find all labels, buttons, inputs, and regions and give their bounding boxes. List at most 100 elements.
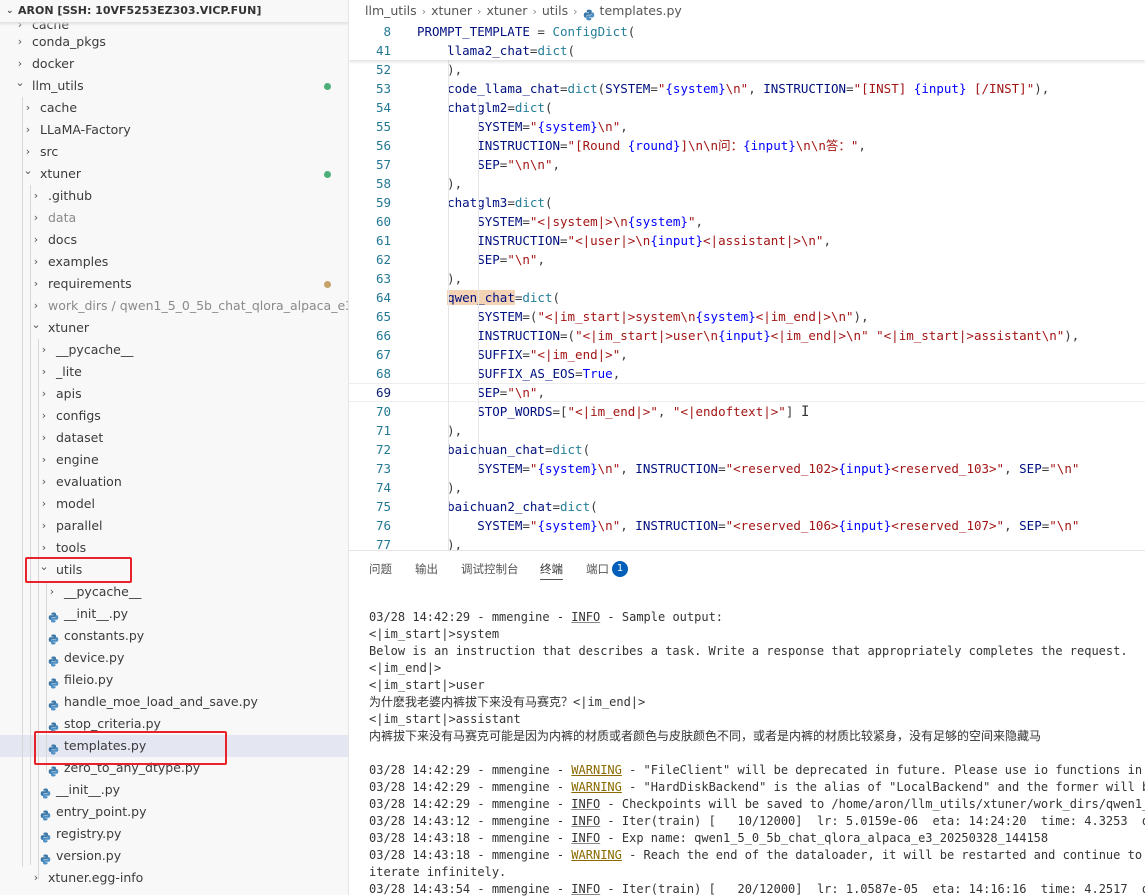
code-token: "<|im_start|>system\n [537, 309, 696, 324]
folder-item[interactable]: › .github [0, 185, 348, 207]
breadcrumb-item[interactable]: llm_utils [365, 3, 417, 18]
file-item[interactable]: entry_point.py [0, 801, 348, 823]
code-line[interactable]: 67 SUFFIX="<|im_end|>", [349, 345, 1145, 364]
terminal-text: iterate infinitely. [369, 865, 507, 879]
folder-item[interactable]: › data [0, 207, 348, 229]
code-line[interactable]: 77 ), [349, 535, 1145, 550]
folder-item[interactable]: › LLaMA-Factory [0, 119, 348, 141]
code-line[interactable]: 41 llama2_chat=dict( [349, 41, 1145, 60]
code-line[interactable]: 73 SYSTEM="{system}\n", INSTRUCTION="<re… [349, 459, 1145, 478]
code-line[interactable]: 61 INSTRUCTION="<|user|>\n{input}<|assis… [349, 231, 1145, 250]
folder-item[interactable]: › tools [0, 537, 348, 559]
python-file-icon [48, 674, 59, 689]
folder-item[interactable]: › dataset [0, 427, 348, 449]
code-line[interactable]: 68 SUFFIX_AS_EOS=True, [349, 364, 1145, 383]
python-file-icon [583, 6, 595, 20]
code-line[interactable]: 65 SYSTEM=("<|im_start|>system\n{system}… [349, 307, 1145, 326]
code-line[interactable]: 66 INSTRUCTION=("<|im_start|>user\n{inpu… [349, 326, 1145, 345]
code-line[interactable]: 59 chatglm3=dict( [349, 193, 1145, 212]
line-text: ), [417, 174, 462, 193]
line-number: 76 [375, 518, 391, 533]
folder-item[interactable]: › src [0, 141, 348, 163]
folder-item[interactable]: › cache [0, 97, 348, 119]
folder-item[interactable]: › model [0, 493, 348, 515]
tab-problems[interactable]: 问题 [369, 561, 392, 577]
folder-item[interactable]: › requirements [0, 273, 348, 295]
tree-item-label: cache [40, 100, 78, 115]
file-item[interactable]: handle_moe_load_and_save.py [0, 691, 348, 713]
folder-item[interactable]: › docs [0, 229, 348, 251]
code-line[interactable]: 52 ), [349, 60, 1145, 79]
code-line[interactable]: 72 baichuan_chat=dict( [349, 440, 1145, 459]
folder-item[interactable]: ⌄ xtuner [0, 317, 348, 339]
code-line[interactable]: 71 ), [349, 421, 1145, 440]
breadcrumb-item[interactable]: utils [542, 3, 568, 18]
code-line[interactable]: 54 chatglm2=dict( [349, 98, 1145, 117]
code-line[interactable]: 60 SYSTEM="<|system|>\n{system}", [349, 212, 1145, 231]
folder-item[interactable]: › engine [0, 449, 348, 471]
code-line[interactable]: 58 ), [349, 174, 1145, 193]
code-line[interactable]: 74 ), [349, 478, 1145, 497]
folder-item[interactable]: › docker [0, 53, 348, 75]
file-item[interactable]: version.py [0, 845, 348, 867]
code-line[interactable]: 75 baichuan2_chat=dict( [349, 497, 1145, 516]
code-token: SEP [477, 252, 500, 267]
code-line[interactable]: 62 SEP="\n", [349, 250, 1145, 269]
folder-item[interactable]: ⌄ xtuner [0, 163, 348, 185]
file-item[interactable]: constants.py [0, 625, 348, 647]
folder-item[interactable]: › work_dirs / qwen1_5_0_5b_chat_qlora_alp… [0, 295, 348, 317]
terminal-line: 为什麽我老婆内裤拔下来没有马赛克？<|im_end|> [369, 694, 645, 711]
sticky-scroll-header[interactable]: 8 PROMPT_TEMPLATE = ConfigDict(41 llama2_… [349, 22, 1145, 60]
code-line[interactable]: 55 SYSTEM="{system}\n", [349, 117, 1145, 136]
code-token: , [823, 233, 831, 248]
folder-item[interactable]: › configs [0, 405, 348, 427]
code-token: , [1004, 518, 1020, 533]
file-item[interactable]: __init__.py [0, 603, 348, 625]
folder-item[interactable]: › evaluation [0, 471, 348, 493]
code-token: <|im_end|>\n" [755, 309, 854, 324]
code-editor[interactable]: llm_utils › xtuner › xtuner › utils › templates.… [349, 0, 1145, 550]
terminal-text: INFO [571, 882, 601, 896]
explorer-header[interactable]: ⌄ ARON [SSH: 10VF5253EZ303.VICP.FUN] [0, 0, 348, 22]
code-line[interactable]: 70 STOP_WORDS=["<|im_end|>", "<|endoftex… [349, 402, 1145, 421]
code-line[interactable]: 63 ), [349, 269, 1145, 288]
file-item[interactable]: device.py [0, 647, 348, 669]
folder-item[interactable]: › __pycache__ [0, 581, 348, 603]
file-item[interactable]: __init__.py [0, 779, 348, 801]
line-text: llama2_chat=dict( [417, 41, 575, 60]
code-token: , [748, 81, 764, 96]
code-line[interactable]: 57 SEP="\n\n", [349, 155, 1145, 174]
terminal-line: <|im_start|>assistant [369, 711, 521, 728]
folder-item[interactable]: › __pycache__ [0, 339, 348, 361]
tab-debug-console[interactable]: 调试控制台 [461, 561, 519, 577]
folder-item[interactable]: › examples [0, 251, 348, 273]
folder-item[interactable]: › _lite [0, 361, 348, 383]
tab-output[interactable]: 输出 [415, 561, 438, 577]
tab-ports[interactable]: 端口 [586, 561, 609, 577]
file-item[interactable]: fileio.py [0, 669, 348, 691]
tab-terminal[interactable]: 终端 [540, 561, 563, 580]
highlight-box-templates [34, 731, 227, 765]
breadcrumb-item[interactable]: xtuner [486, 3, 527, 18]
code-token: dict [560, 499, 591, 514]
breadcrumb-item[interactable]: templates.py [600, 3, 682, 18]
line-text: code_llama_chat=dict(SYSTEM="{system}\n"… [417, 79, 1049, 98]
chevron-right-icon: › [33, 277, 39, 290]
line-number: 71 [375, 423, 391, 438]
folder-item[interactable]: › xtuner.egg-info [0, 867, 348, 889]
folder-item[interactable]: › parallel [0, 515, 348, 537]
file-item[interactable]: registry.py [0, 823, 348, 845]
code-token: SYSTEM [477, 214, 523, 229]
folder-item[interactable]: ⌄ llm_utils [0, 75, 348, 97]
folder-item[interactable]: › conda_pkgs [0, 31, 348, 53]
code-line[interactable]: 8 PROMPT_TEMPLATE = ConfigDict( [349, 22, 1145, 41]
code-line[interactable]: 53 code_llama_chat=dict(SYSTEM="{system}… [349, 79, 1145, 98]
code-line[interactable]: 56 INSTRUCTION="[Round {round}]\n\n问：{in… [349, 136, 1145, 155]
code-line[interactable]: 76 SYSTEM="{system}\n", INSTRUCTION="<re… [349, 516, 1145, 535]
code-line[interactable]: 69 SEP="\n", [349, 383, 1145, 402]
folder-item[interactable]: › apis [0, 383, 348, 405]
code-line[interactable]: 64 qwen_chat=dict( [349, 288, 1145, 307]
breadcrumb-item[interactable]: xtuner [431, 3, 472, 18]
text-cursor-icon: I [801, 404, 810, 420]
code-token: "<|endoftext|>" [672, 404, 786, 419]
